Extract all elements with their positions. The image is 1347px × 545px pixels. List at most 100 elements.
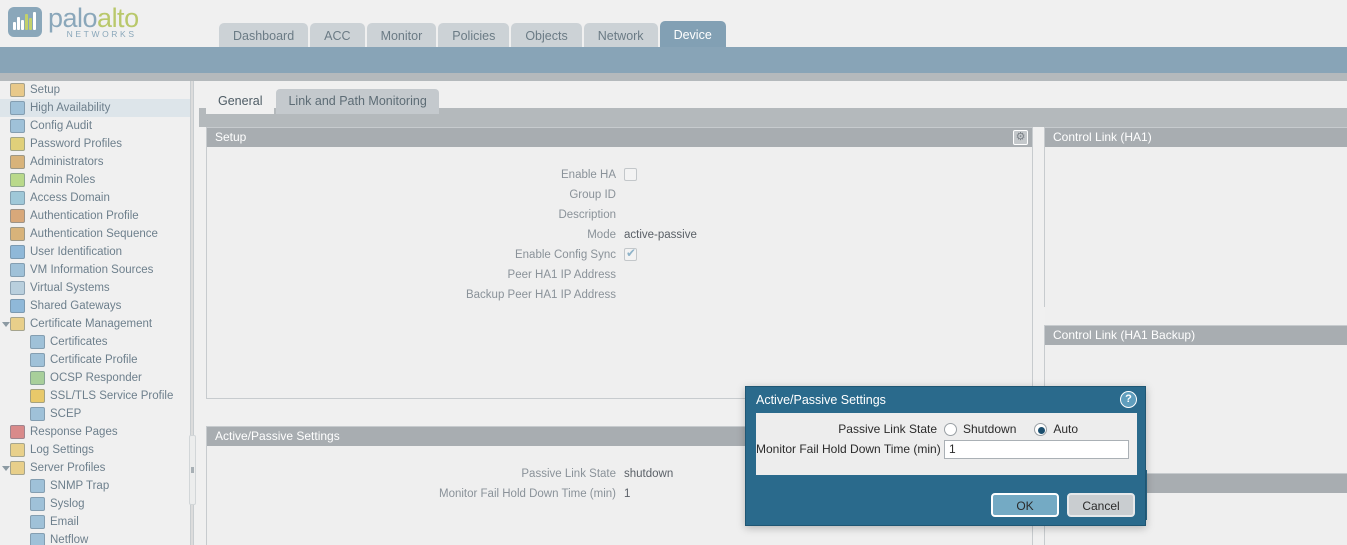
setup-row-backup-peer-ha1-ip-address: Backup Peer HA1 IP Address: [207, 285, 1032, 304]
shared-gateways-icon: [10, 299, 25, 313]
sidebar-item-label: Shared Gateways: [30, 300, 122, 312]
sidebar-item-authentication-profile[interactable]: Authentication Profile: [0, 207, 190, 225]
sidebar-item-administrators[interactable]: Administrators: [0, 153, 190, 171]
sidebar-item-label: VM Information Sources: [30, 264, 154, 276]
control-link-ha1-title: Control Link (HA1): [1045, 128, 1347, 147]
sidebar-item-label: Access Domain: [30, 192, 110, 204]
authentication-sequence-icon: [10, 227, 25, 241]
tab-objects[interactable]: Objects: [511, 23, 582, 49]
monitor-fail-hold-down-label: Monitor Fail Hold Down Time (min): [756, 442, 941, 456]
sidebar-item-label: SCEP: [50, 408, 82, 420]
sidebar-item-label: Virtual Systems: [30, 282, 110, 294]
sidebar-item-scep[interactable]: SCEP: [0, 405, 190, 423]
sidebar-item-snmp-trap[interactable]: SNMP Trap: [0, 477, 190, 495]
sidebar-item-certificate-management[interactable]: Certificate Management: [0, 315, 190, 333]
sidebar-item-authentication-sequence[interactable]: Authentication Sequence: [0, 225, 190, 243]
setup-label-group-id: Group ID: [569, 188, 616, 201]
admin-roles-icon: [10, 173, 25, 187]
subtab-link-and-path-monitoring[interactable]: Link and Path Monitoring: [276, 89, 439, 114]
sidebar-item-shared-gateways[interactable]: Shared Gateways: [0, 297, 190, 315]
chevron-down-icon[interactable]: [2, 465, 10, 471]
syslog-icon: [30, 497, 45, 511]
tab-acc[interactable]: ACC: [310, 23, 365, 49]
sidebar-item-label: SSL/TLS Service Profile: [50, 390, 174, 402]
sidebar-item-config-audit[interactable]: Config Audit: [0, 117, 190, 135]
ap-value-passive-link-state: shutdown: [624, 467, 674, 480]
content-tabs: General Link and Path Monitoring: [206, 89, 441, 114]
virtual-systems-icon: [10, 281, 25, 295]
sidebar-item-ocsp-responder[interactable]: OCSP Responder: [0, 369, 190, 387]
gear-icon[interactable]: [1013, 128, 1028, 147]
high-availability-icon: [10, 101, 25, 115]
setup-panel-title: Setup: [207, 128, 1032, 147]
sidebar-item-server-profiles[interactable]: Server Profiles: [0, 459, 190, 477]
scep-icon: [30, 407, 45, 421]
sidebar-item-setup[interactable]: Setup: [0, 81, 190, 99]
dialog-title-bar: Active/Passive Settings ?: [746, 387, 1145, 413]
tab-monitor[interactable]: Monitor: [366, 23, 437, 49]
sidebar-item-label: Server Profiles: [30, 462, 106, 474]
shutdown-radio-icon[interactable]: [944, 422, 957, 436]
cancel-button[interactable]: Cancel: [1067, 493, 1135, 517]
email-icon: [30, 515, 45, 529]
sidebar-item-netflow[interactable]: Netflow: [0, 531, 190, 545]
sidebar-item-certificate-profile[interactable]: Certificate Profile: [0, 351, 190, 369]
setup-row-enable-config-sync: Enable Config Sync: [207, 245, 1032, 264]
sidebar-item-label: Certificates: [50, 336, 108, 348]
sidebar-item-syslog[interactable]: Syslog: [0, 495, 190, 513]
password-profiles-icon: [10, 137, 25, 151]
setup-label-description: Description: [558, 208, 616, 221]
setup-value-mode: active-passive: [624, 228, 697, 241]
control-link-ha1-title-text: Control Link (HA1): [1053, 130, 1152, 144]
access-domain-icon: [10, 191, 25, 205]
ok-button[interactable]: OK: [991, 493, 1059, 517]
auto-radio-label: Auto: [1053, 422, 1079, 436]
config-audit-icon: [10, 119, 25, 133]
setup-checkbox-enable-ha[interactable]: [624, 168, 637, 181]
certificates-icon: [30, 335, 45, 349]
sidebar-item-email[interactable]: Email: [0, 513, 190, 531]
sidebar-item-user-identification[interactable]: User Identification: [0, 243, 190, 261]
sidebar-item-certificates[interactable]: Certificates: [0, 333, 190, 351]
ap-label-monitor-fail-hold-down-time-min-: Monitor Fail Hold Down Time (min): [438, 487, 616, 500]
sidebar-item-label: Netflow: [50, 534, 89, 545]
sidebar-item-high-availability[interactable]: High Availability: [0, 99, 190, 117]
subtab-general[interactable]: General: [206, 89, 275, 114]
sidebar-item-ssl-tls-service-profile[interactable]: SSL/TLS Service Profile: [0, 387, 190, 405]
tab-policies[interactable]: Policies: [438, 23, 510, 49]
dialog-footer: OK Cancel: [991, 493, 1135, 517]
sidebar-item-admin-roles[interactable]: Admin Roles: [0, 171, 190, 189]
tab-dashboard[interactable]: Dashboard: [219, 23, 309, 49]
sidebar-navigation: Setup High Availability Config Audit Passwo…: [0, 81, 190, 545]
sidebar-item-vm-information-sources[interactable]: VM Information Sources: [0, 261, 190, 279]
control-link-ha1-body: M: [1045, 147, 1347, 325]
ssl-tls-lock-icon: [30, 389, 45, 403]
sidebar-item-label: Setup: [30, 84, 61, 96]
help-question-icon[interactable]: ?: [1120, 391, 1137, 408]
sidebar-item-response-pages[interactable]: Response Pages: [0, 423, 190, 441]
tab-device[interactable]: Device: [659, 21, 726, 49]
tab-network[interactable]: Network: [583, 23, 658, 49]
auto-radio-icon[interactable]: [1034, 422, 1048, 436]
sidebar-item-virtual-systems[interactable]: Virtual Systems: [0, 279, 190, 297]
setup-label-enable-ha: Enable HA: [561, 168, 616, 181]
certificate-management-folder-icon: [10, 317, 25, 331]
radio-option-shutdown[interactable]: Shutdown: [944, 422, 1016, 436]
radio-option-auto[interactable]: Auto: [1034, 422, 1078, 436]
authentication-profile-icon: [10, 209, 25, 223]
setup-label-peer-ha1-ip-address: Peer HA1 IP Address: [507, 268, 616, 281]
sidebar-item-log-settings[interactable]: Log Settings: [0, 441, 190, 459]
monitor-fail-hold-down-input[interactable]: [944, 439, 1129, 459]
sidebar-item-label: Response Pages: [30, 426, 118, 438]
chevron-down-icon[interactable]: [2, 321, 10, 327]
shutdown-radio-label: Shutdown: [963, 422, 1017, 436]
setup-checkbox-enable-config-sync[interactable]: [624, 246, 637, 261]
sidebar-item-label: Authentication Sequence: [30, 228, 158, 240]
sidebar-item-password-profiles[interactable]: Password Profiles: [0, 135, 190, 153]
dialog-body: Passive Link State Shutdown Auto Monitor…: [756, 413, 1137, 475]
sidebar-item-label: Authentication Profile: [30, 210, 139, 222]
header-color-band: [0, 47, 1347, 73]
sidebar-item-access-domain[interactable]: Access Domain: [0, 189, 190, 207]
sidebar-collapse-handle[interactable]: [189, 435, 196, 505]
control-link-ha1-backup-title-text: Control Link (HA1 Backup): [1053, 328, 1196, 342]
